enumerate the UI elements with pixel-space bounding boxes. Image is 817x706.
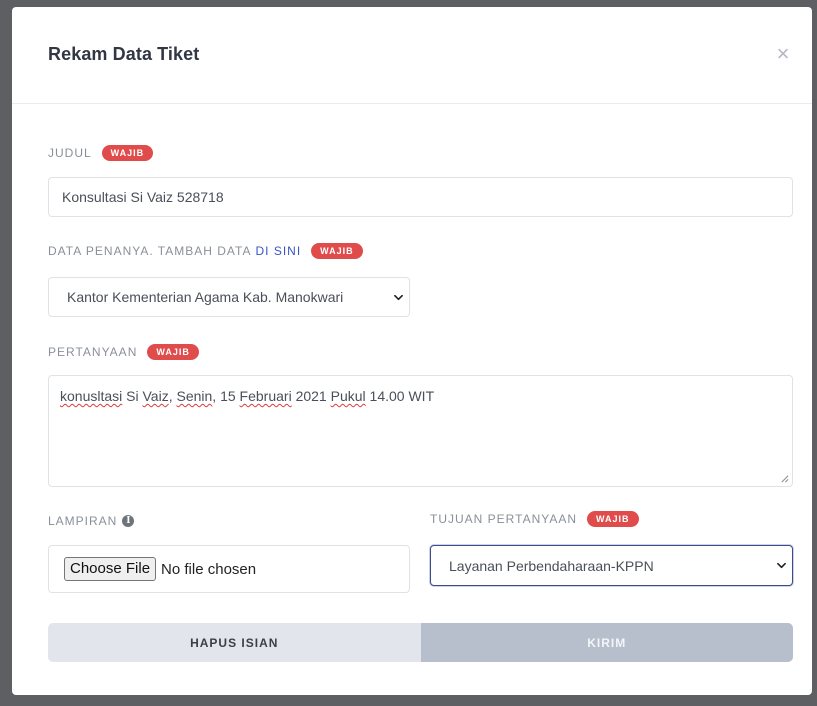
- chevron-down-icon: [394, 294, 403, 300]
- required-badge: WAJIB: [311, 243, 363, 259]
- judul-label-row: JUDUL WAJIB: [48, 145, 154, 161]
- modal-header: Rekam Data Tiket ×: [12, 7, 812, 104]
- required-badge: WAJIB: [147, 344, 199, 360]
- judul-input-value: Konsultasi Si Vaiz 528718: [62, 189, 224, 205]
- reset-button[interactable]: HAPUS ISIAN: [48, 623, 421, 662]
- judul-input[interactable]: Konsultasi Si Vaiz 528718: [48, 177, 793, 217]
- action-buttons: HAPUS ISIAN KIRIM: [48, 623, 793, 662]
- penanya-label-row: DATA PENANYA. TAMBAH DATA DI SINI WAJIB: [48, 243, 363, 259]
- tujuan-label: TUJUAN PERTANYAAN: [430, 512, 578, 526]
- info-icon[interactable]: i: [122, 515, 135, 527]
- penanya-label: DATA PENANYA. TAMBAH DATA: [48, 244, 252, 258]
- judul-label: JUDUL: [48, 146, 92, 160]
- pertanyaan-text: konusltasi Si Vaiz, Senin, 15 Februari 2…: [60, 388, 435, 404]
- modal-dialog: Rekam Data Tiket × JUDUL WAJIB Konsultas…: [12, 7, 812, 695]
- pertanyaan-label-row: PERTANYAAN WAJIB: [48, 344, 199, 360]
- lampiran-label-row: LAMPIRAN i: [48, 514, 135, 528]
- pertanyaan-textarea[interactable]: konusltasi Si Vaiz, Senin, 15 Februari 2…: [48, 375, 793, 487]
- penanya-select[interactable]: Kantor Kementerian Agama Kab. Manokwari: [48, 277, 410, 317]
- file-status: No file chosen: [161, 560, 257, 578]
- submit-button[interactable]: KIRIM: [420, 623, 793, 662]
- choose-file-button[interactable]: Choose File: [64, 557, 157, 581]
- file-input[interactable]: Choose File No file chosen: [48, 545, 410, 593]
- lampiran-label: LAMPIRAN: [48, 514, 118, 528]
- pertanyaan-label: PERTANYAAN: [48, 345, 138, 359]
- required-badge: WAJIB: [101, 145, 154, 161]
- resize-handle-icon[interactable]: [780, 474, 789, 483]
- close-icon[interactable]: ×: [774, 43, 792, 65]
- required-badge: WAJIB: [587, 511, 639, 527]
- tujuan-select-value: Layanan Perbendaharaan-KPPN: [449, 557, 654, 574]
- add-data-link[interactable]: DI SINI: [255, 244, 301, 258]
- tujuan-select[interactable]: Layanan Perbendaharaan-KPPN: [430, 545, 793, 586]
- tujuan-label-row: TUJUAN PERTANYAAN WAJIB: [430, 511, 639, 527]
- chevron-down-icon: [777, 562, 786, 569]
- penanya-select-value: Kantor Kementerian Agama Kab. Manokwari: [67, 289, 344, 305]
- modal-title: Rekam Data Tiket: [48, 44, 200, 64]
